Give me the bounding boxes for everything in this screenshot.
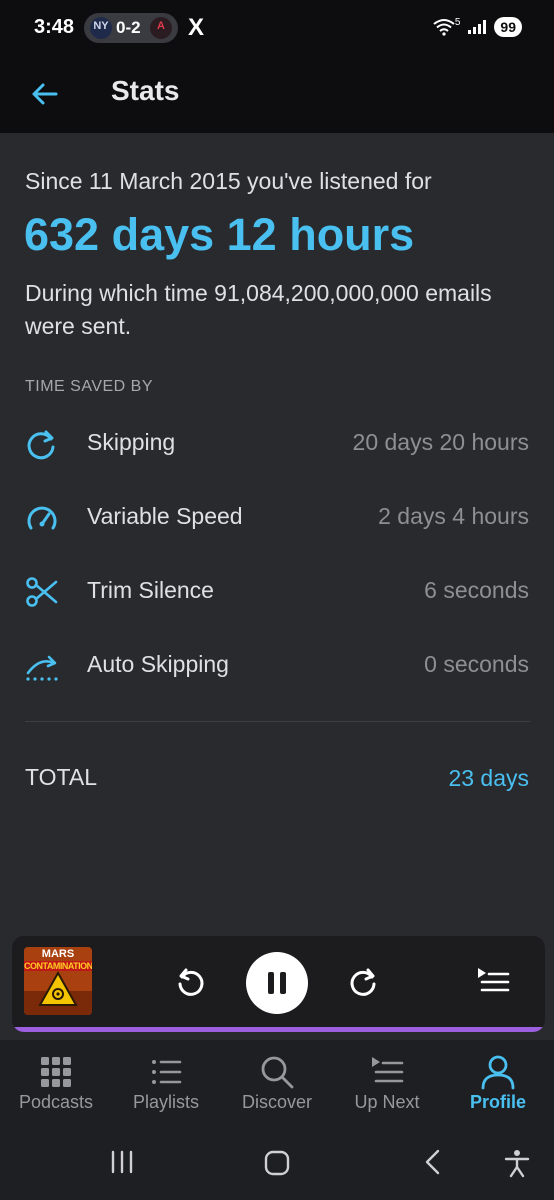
nav-profile[interactable]: Profile bbox=[443, 1040, 553, 1130]
stat-label: Variable Speed bbox=[87, 503, 243, 529]
app-bar: Stats bbox=[0, 58, 554, 133]
system-back-icon[interactable] bbox=[420, 1148, 446, 1176]
stat-row-trim-silence: Trim Silence 6 seconds bbox=[0, 561, 554, 621]
status-time: 3:48 bbox=[34, 16, 75, 38]
auto-skip-icon bbox=[26, 655, 58, 681]
pause-icon bbox=[268, 972, 286, 994]
wifi-icon bbox=[433, 19, 455, 36]
nav-label: Up Next bbox=[354, 1092, 420, 1112]
mini-player[interactable]: MARS CONTAMINATION bbox=[12, 936, 545, 1032]
artwork-subtitle: CONTAMINATION bbox=[24, 961, 92, 971]
stat-row-variable-speed: Variable Speed 2 days 4 hours bbox=[0, 487, 554, 547]
listened-since-text: Since 11 March 2015 you've listened for bbox=[25, 168, 432, 194]
stat-value: 20 days 20 hours bbox=[352, 429, 529, 455]
pause-button[interactable] bbox=[246, 952, 308, 1014]
accessibility-icon[interactable] bbox=[503, 1148, 531, 1178]
battery-indicator: 99 bbox=[494, 17, 522, 37]
grid-icon bbox=[41, 1057, 71, 1087]
stat-value: 6 seconds bbox=[424, 577, 529, 603]
search-icon bbox=[261, 1056, 294, 1089]
nav-label: Podcasts bbox=[18, 1092, 94, 1112]
page-title: Stats bbox=[111, 75, 180, 106]
bottom-navigation: Podcasts Playlists Discover Up Next Prof… bbox=[0, 1040, 554, 1130]
playback-progress-fill bbox=[12, 1027, 545, 1032]
stat-label: Skipping bbox=[87, 429, 176, 455]
total-value: 23 days bbox=[448, 765, 529, 791]
person-icon bbox=[481, 1055, 515, 1090]
nav-label: Playlists bbox=[132, 1092, 199, 1112]
yankees-logo-icon: NY bbox=[90, 17, 112, 39]
time-saved-header: TIME SAVED BY bbox=[25, 378, 154, 395]
wifi-badge: 5 bbox=[454, 16, 461, 28]
live-score-pill[interactable]: NY 0-2 A bbox=[84, 13, 178, 43]
speedometer-icon bbox=[27, 506, 57, 530]
arrow-left-icon bbox=[32, 83, 58, 105]
nav-label: Profile bbox=[469, 1092, 526, 1112]
system-navigation-bar bbox=[0, 1130, 554, 1200]
angels-logo-icon: A bbox=[150, 17, 172, 39]
nav-playlists[interactable]: Playlists bbox=[111, 1040, 221, 1130]
skip-forward-icon[interactable] bbox=[346, 964, 382, 1000]
stat-row-skipping: Skipping 20 days 20 hours bbox=[0, 413, 554, 473]
total-label: TOTAL bbox=[25, 764, 97, 790]
status-indicators: 5 99 bbox=[433, 17, 522, 37]
nav-discover[interactable]: Discover bbox=[222, 1040, 332, 1130]
battery-level: 99 bbox=[500, 19, 516, 35]
up-next-queue-icon[interactable] bbox=[474, 964, 512, 996]
playback-progress[interactable] bbox=[12, 1027, 545, 1032]
up-next-icon bbox=[372, 1057, 404, 1083]
list-icon bbox=[152, 1060, 182, 1084]
divider bbox=[25, 721, 530, 722]
x-app-icon: X bbox=[188, 14, 205, 41]
status-bar: 3:48 NY 0-2 A X 5 99 bbox=[0, 0, 554, 58]
nav-up-next[interactable]: Up Next bbox=[332, 1040, 442, 1130]
signal-icon bbox=[468, 20, 487, 34]
nav-label: Discover bbox=[241, 1092, 312, 1112]
back-button[interactable] bbox=[26, 74, 66, 114]
game-score: 0-2 bbox=[116, 18, 141, 37]
stat-row-auto-skipping: Auto Skipping 0 seconds bbox=[0, 635, 554, 695]
total-listen-time: 632 days 12 hours bbox=[24, 209, 415, 260]
nav-podcasts[interactable]: Podcasts bbox=[1, 1040, 111, 1130]
stat-label: Auto Skipping bbox=[87, 651, 229, 677]
stat-label: Trim Silence bbox=[87, 577, 214, 603]
skip-forward-icon bbox=[27, 430, 55, 460]
episode-artwork[interactable]: MARS CONTAMINATION bbox=[24, 947, 92, 1015]
stat-value: 0 seconds bbox=[424, 651, 529, 677]
home-icon[interactable] bbox=[262, 1148, 292, 1178]
stat-value: 2 days 4 hours bbox=[378, 503, 529, 529]
scissors-icon bbox=[26, 577, 58, 607]
fun-fact-text: During which time 91,084,200,000,000 ema… bbox=[25, 280, 492, 339]
skip-back-icon[interactable] bbox=[172, 964, 208, 1000]
recent-apps-icon[interactable] bbox=[108, 1148, 136, 1176]
artwork-title: MARS bbox=[41, 948, 75, 960]
